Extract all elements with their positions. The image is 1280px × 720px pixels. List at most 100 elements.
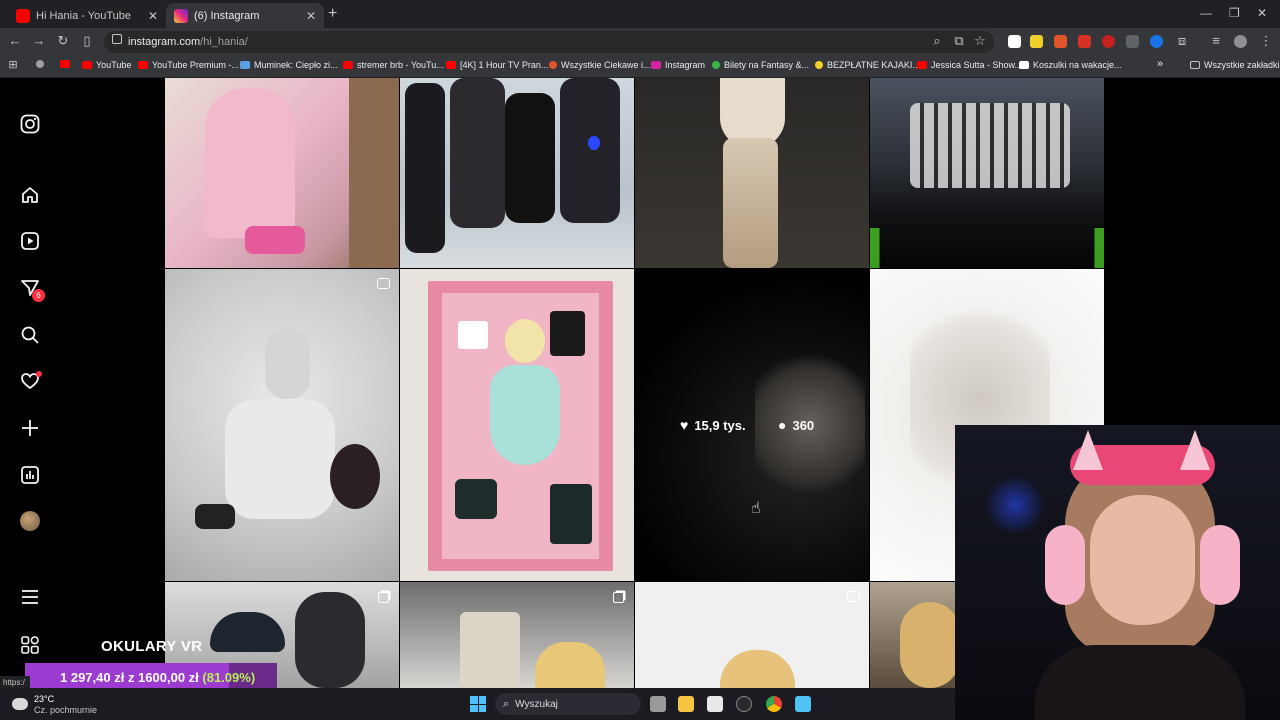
zoom-icon[interactable]: ⌕ [928,33,946,49]
back-icon[interactable]: ← [6,33,24,48]
post-thumbnail-hovered[interactable]: ♥ 15,9 tys. ● 360 [635,269,869,581]
weather-widget[interactable]: 23°C Cz. pochmurnie [12,694,97,716]
post-thumbnail[interactable] [400,78,634,268]
bookmark-label: YouTube [96,60,132,70]
app-icon[interactable] [736,696,752,712]
close-window-icon[interactable]: ✕ [1257,6,1267,20]
maximize-icon[interactable]: ❐ [1229,6,1240,20]
url-host: instagram.com [128,36,201,48]
tab-instagram[interactable]: (6) Instagram ✕ [166,3,324,28]
extension-icon[interactable] [1008,35,1021,48]
weather-cloud-icon [12,698,28,710]
post-thumbnail[interactable] [165,269,399,581]
reload-icon[interactable]: ↻ [54,33,72,49]
file-explorer-icon[interactable] [678,696,694,712]
comments-count: ● 360 [778,417,814,433]
extension-icon[interactable] [1126,35,1139,48]
apps-grid-icon[interactable]: ⊞ [4,58,22,71]
new-tab-button[interactable]: + [328,5,337,23]
more-menu-icon[interactable] [19,586,41,608]
extension-icon[interactable] [1030,35,1043,48]
reel-icon [847,591,860,602]
instagram-logo-icon[interactable] [19,113,41,135]
bookmark-label: YouTube Premium -... [152,60,239,70]
menu-icon[interactable]: ⋮ [1257,33,1275,49]
profile-avatar[interactable] [19,510,41,532]
youtube-icon [343,61,353,69]
side-panel-icon[interactable]: ▯ [78,33,96,49]
notepad-icon[interactable] [795,696,811,712]
bookmark-youtube[interactable]: YouTube [82,60,131,70]
address-bar[interactable]: instagram.com/hi_hania/ [104,31,994,53]
bookmark-item[interactable] [60,60,74,68]
create-plus-icon[interactable] [19,417,41,439]
windows-start-icon[interactable] [470,696,486,712]
post-thumbnail[interactable] [165,78,399,268]
bookmark-koszulki[interactable]: Koszulki na wakacje... [1019,60,1122,70]
bookmark-kajaki[interactable]: BEZPŁATNE KAJAKI... [815,60,920,70]
youtube-icon [446,61,456,69]
bookmark-bilety[interactable]: Bilety na Fantasy &... [712,60,809,70]
extension-icon[interactable] [1150,35,1163,48]
post-thumbnail[interactable] [400,582,634,688]
tab-title: Hi Hania - YouTube [36,9,131,22]
bookmark-label: Wszystkie zakładki [1204,60,1280,70]
carousel-icon [378,592,389,603]
youtube-icon [16,8,30,23]
tab-youtube[interactable]: Hi Hania - YouTube ✕ [8,3,166,28]
bookmark-icon [712,61,720,69]
bookmark-youtube-premium[interactable]: YouTube Premium -... [138,60,239,70]
post-thumbnail[interactable] [870,582,955,688]
post-thumbnail[interactable] [870,78,1104,268]
cast-icon[interactable]: ⧉ [950,33,968,49]
donation-goal-text: 1 297,40 zł z 1600,00 zł (81.09%) [60,670,255,685]
bookmark-stremer-brb[interactable]: stremer brb - YouTu... [343,60,444,70]
instagram-icon [651,61,661,69]
notification-dot [36,371,42,377]
microsoft-store-icon[interactable] [707,696,723,712]
taskbar-search[interactable]: ⌕ Wyszukaj [495,693,641,715]
tab-title: (6) Instagram [194,9,260,22]
post-thumbnail[interactable] [635,582,869,688]
search-icon[interactable] [19,324,41,346]
also-from-meta-icon[interactable] [19,634,41,656]
close-tab-icon[interactable]: ✕ [306,9,316,23]
extension-icon[interactable] [1102,35,1115,48]
extension-icon[interactable] [1054,35,1067,48]
bookmark-star-icon[interactable]: ☆ [971,33,989,49]
bookmark-jessica-sutta[interactable]: Jessica Sutta - Show... [917,60,1022,70]
reel-icon [377,278,390,289]
instagram-sidebar: 6 [0,78,60,688]
bookmark-muminek[interactable]: Muminek: Ciepło zi... [240,60,338,70]
minimize-icon[interactable]: — [1200,6,1212,20]
forward-icon[interactable]: → [30,33,48,48]
donation-goal-amount: 1 297,40 zł z 1600,00 zł [60,670,199,685]
reels-icon[interactable] [19,230,41,252]
bookmark-1-hour-tv[interactable]: [4K] 1 Hour TV Pran... [446,60,548,70]
extension-icon[interactable] [1078,35,1091,48]
extensions-puzzle-icon[interactable]: ⧈ [1173,33,1191,49]
bookmark-instagram[interactable]: Instagram [651,60,705,70]
dashboard-chart-icon[interactable] [19,464,41,486]
bookmark-label: Koszulki na wakacje... [1033,60,1122,70]
browser-toolbar: ← → ↻ ▯ instagram.com/hi_hania/ ⌕ ⧉ ☆ ⧈ … [0,28,1280,56]
heart-icon: ♥ [680,417,689,433]
profile-avatar-icon[interactable] [1234,35,1247,48]
post-thumbnail[interactable] [400,269,634,581]
task-view-icon[interactable] [650,696,666,712]
site-info-icon[interactable] [112,34,122,44]
comments-value: 360 [792,417,815,433]
home-icon[interactable] [19,184,41,206]
comment-bubble-icon: ● [778,417,787,433]
bookmark-item[interactable] [36,60,48,68]
close-tab-icon[interactable]: ✕ [148,9,158,23]
browser-tab-strip: Hi Hania - YouTube ✕ (6) Instagram ✕ + —… [0,0,1280,28]
bookmark-wszystkie-ciekawe[interactable]: Wszystkie Ciekawe i... [549,60,651,70]
bookmark-label: Bilety na Fantasy &... [724,60,810,70]
more-bookmarks-icon[interactable]: » [1157,58,1163,70]
media-control-icon[interactable]: ≡ [1207,33,1225,48]
post-thumbnail[interactable] [635,78,869,268]
all-bookmarks-folder[interactable]: Wszystkie zakładki [1190,60,1280,70]
weather-description: Cz. pochmurnie [34,705,98,715]
chrome-icon[interactable] [766,696,782,712]
